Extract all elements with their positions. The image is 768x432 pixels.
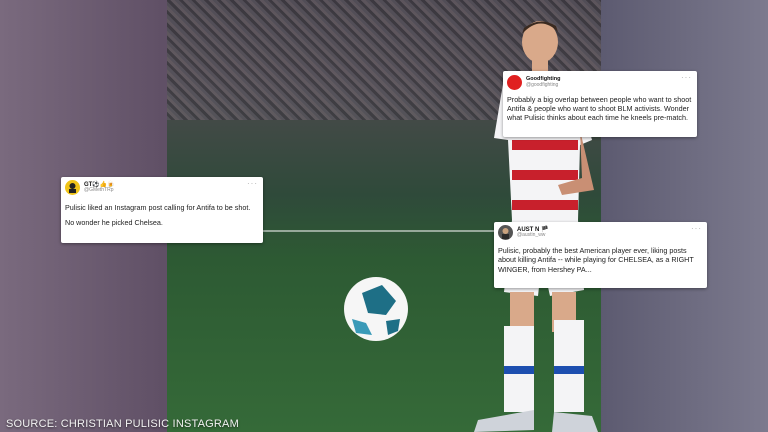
- soccer-ball: [344, 277, 408, 341]
- tweet-more-icon[interactable]: ···: [691, 224, 702, 233]
- tweet-text: No wonder he picked Chelsea.: [65, 218, 163, 228]
- tweet-author-handle: @austin_ww: [517, 232, 546, 239]
- avatar-icon: [69, 183, 76, 193]
- avatar-icon: [502, 228, 509, 239]
- avatar: [507, 75, 522, 90]
- tweet-card-goodfighting[interactable]: ··· Goodfighting @goodfighting Probably …: [503, 71, 697, 137]
- tweet-text: Pulisic, probably the best American play…: [498, 246, 694, 274]
- tweet-more-icon[interactable]: ···: [681, 73, 692, 82]
- tweet-text: Pulisic liked an Instagram post calling …: [65, 203, 251, 212]
- tweet-author-handle: @goodfighting: [526, 81, 559, 88]
- tweet-text: Probably a big overlap between people wh…: [507, 95, 692, 123]
- tweet-more-icon[interactable]: ···: [247, 179, 258, 188]
- tweet-card-gt[interactable]: ··· GT⚽️👍🍺 @GMethTRp Pulisic liked an In…: [61, 177, 263, 243]
- avatar: [498, 225, 513, 240]
- source-caption: SOURCE: CHRISTIAN PULISIC INSTAGRAM: [6, 418, 239, 430]
- tweet-author-handle: @GMethTRp: [84, 187, 114, 194]
- avatar: [65, 180, 80, 195]
- tweet-card-austin[interactable]: ··· AUST N 🏴 @austin_ww Pulisic, probabl…: [494, 222, 707, 288]
